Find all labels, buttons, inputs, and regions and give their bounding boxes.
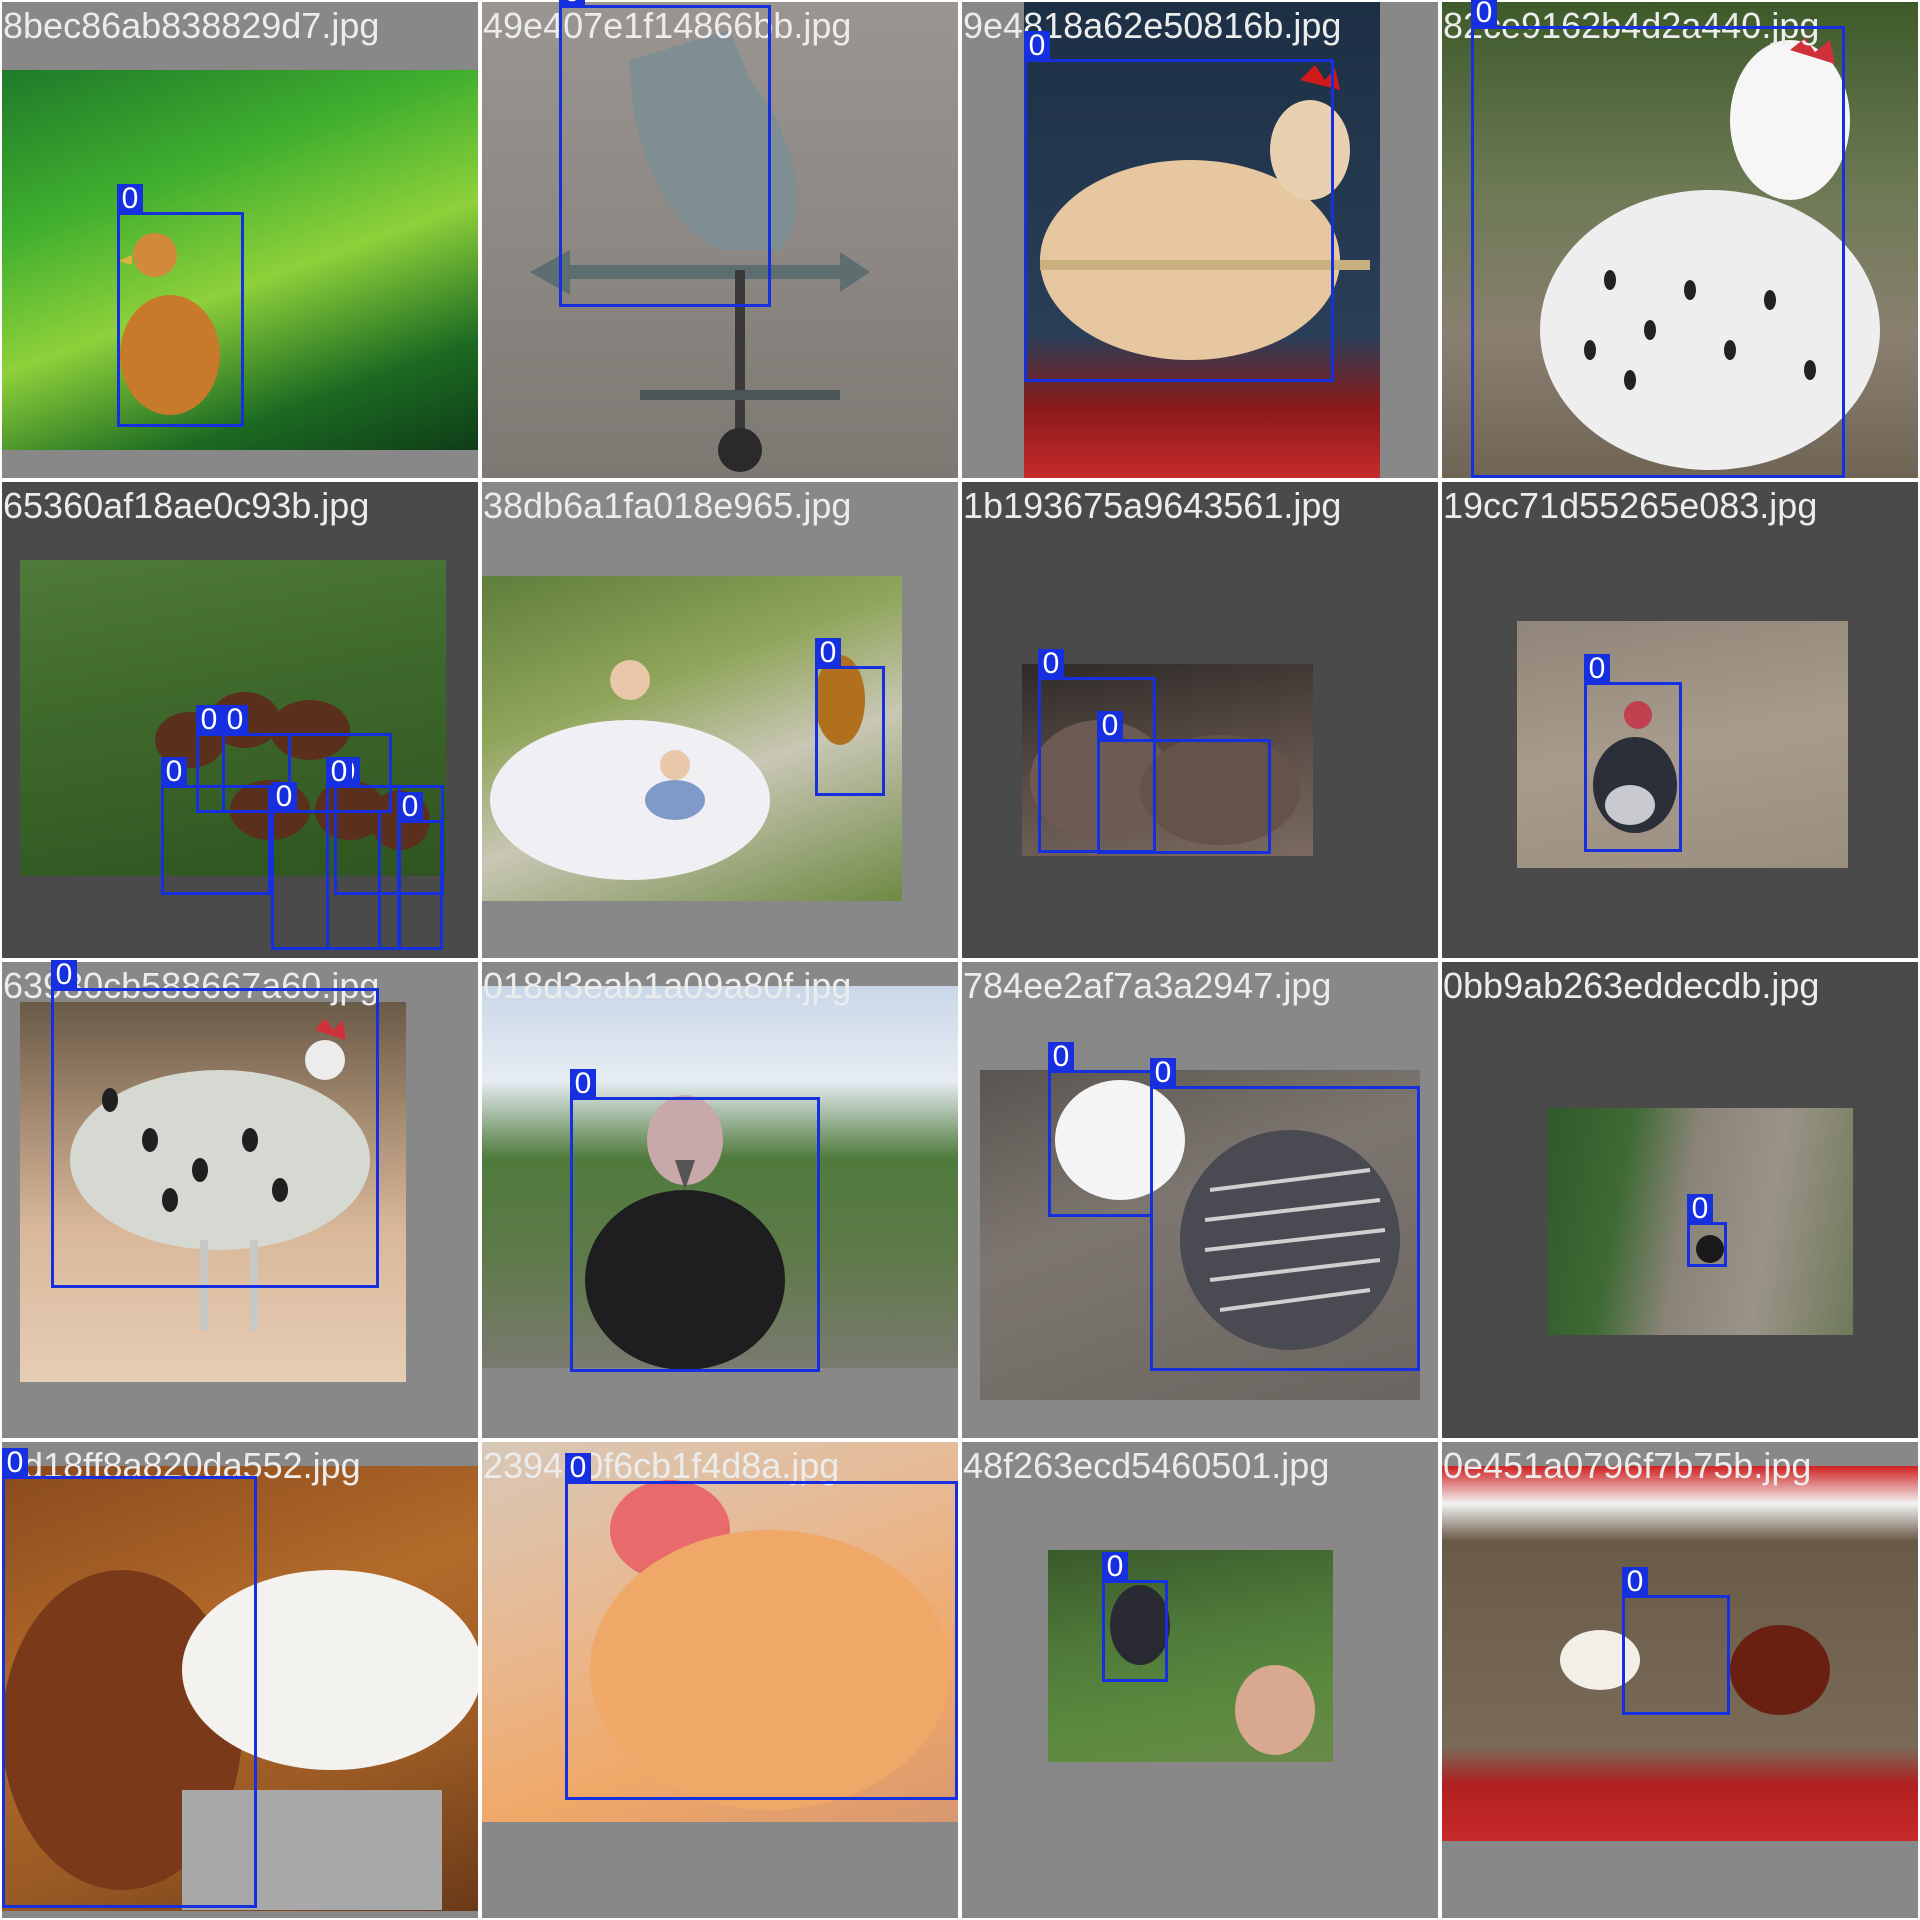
bbox-class-label: 0: [222, 705, 248, 735]
bbox-3-0[interactable]: 0: [1471, 0, 1845, 478]
bbox-class-label: 0: [570, 1069, 596, 1099]
bbox-15-0[interactable]: 0: [1622, 1567, 1730, 1715]
bbox-class-label: 0: [1584, 654, 1610, 684]
tile-filename: 0e451a0796f7b75b.jpg: [1443, 1445, 1812, 1486]
tile-filename: 38db6a1fa018e965.jpg: [483, 485, 852, 526]
tile-filename: 1b193675a9643561.jpg: [963, 485, 1342, 526]
tile-15[interactable]: 0e451a0796f7b75b.jpg 0: [1440, 1440, 1920, 1920]
photo-7: [1517, 621, 1848, 868]
bbox-class-label: 0: [271, 782, 297, 812]
bbox-class-label: 0: [1687, 1194, 1713, 1224]
bbox-6-1[interactable]: 0: [1097, 711, 1271, 854]
bbox-4-6[interactable]: 0: [326, 757, 401, 950]
tile-filename: 8bec86ab838829d7.jpg: [3, 5, 380, 46]
tile-7[interactable]: 19cc71d55265e083.jpg 0: [1440, 480, 1920, 960]
bbox-class-label: 0: [326, 757, 352, 787]
bbox-class-label: 0: [559, 0, 585, 7]
bbox-class-label: 0: [815, 638, 841, 668]
tile-1[interactable]: 49e407e1f14866bb.jpg 0: [480, 0, 960, 480]
tile-8[interactable]: 63980cb588667a60.jpg 0: [0, 960, 480, 1440]
bbox-10-1[interactable]: 0: [1150, 1058, 1420, 1371]
detection-mosaic: 8bec86ab838829d7.jpg 0 49e407e1f14866bb.…: [0, 0, 1920, 1920]
bbox-class-label: 0: [196, 705, 222, 735]
tile-filename: 48f263ecd5460501.jpg: [963, 1445, 1330, 1486]
bbox-14-0[interactable]: 0: [1102, 1552, 1168, 1682]
bbox-10-0[interactable]: 0: [1048, 1042, 1153, 1217]
tile-filename: 784ee2af7a3a2947.jpg: [963, 965, 1332, 1006]
bbox-1-0[interactable]: 0: [559, 0, 771, 307]
tile-filename: 0bb9ab263eddecdb.jpg: [1443, 965, 1820, 1006]
tile-5[interactable]: 38db6a1fa018e965.jpg 0: [480, 480, 960, 960]
bbox-11-0[interactable]: 0: [1687, 1194, 1727, 1267]
tile-4[interactable]: 65360af18ae0c93b.jpg 0 0 0 0 0 0 0: [0, 480, 480, 960]
bbox-class-label: 0: [1102, 1552, 1128, 1582]
bbox-class-label: 0: [161, 757, 187, 787]
bbox-4-5[interactable]: 0: [397, 792, 443, 950]
tile-10[interactable]: 784ee2af7a3a2947.jpg 0 0: [960, 960, 1440, 1440]
tile-3[interactable]: 82ce9162b4d2a440.jpg 0: [1440, 0, 1920, 480]
tile-filename: 19cc71d55265e083.jpg: [1443, 485, 1818, 526]
bbox-9-0[interactable]: 0: [570, 1069, 820, 1372]
tile-filename: 239400f6cb1f4d8a.jpg: [483, 1445, 840, 1486]
bbox-class-label: 0: [1622, 1567, 1648, 1597]
bbox-12-0[interactable]: 0: [2, 1448, 257, 1908]
bbox-class-label: 0: [117, 184, 143, 214]
bbox-class-label: 0: [1471, 0, 1497, 28]
bbox-2-0[interactable]: 0: [1024, 31, 1334, 382]
bbox-class-label: 0: [1048, 1042, 1074, 1072]
tile-filename: 65360af18ae0c93b.jpg: [3, 485, 370, 526]
tile-filename: 9e4818a62e50816b.jpg: [963, 5, 1342, 46]
tile-filename: 018d3eab1a09a80f.jpg: [483, 965, 852, 1006]
bbox-7-0[interactable]: 0: [1584, 654, 1682, 852]
tile-11[interactable]: 0bb9ab263eddecdb.jpg 0: [1440, 960, 1920, 1440]
tile-2[interactable]: 9e4818a62e50816b.jpg 0: [960, 0, 1440, 480]
bbox-13-0[interactable]: 0: [565, 1453, 958, 1800]
tile-6[interactable]: 1b193675a9643561.jpg 0 0: [960, 480, 1440, 960]
tile-12[interactable]: 0d18ff8a820da552.jpg 0: [0, 1440, 480, 1920]
bbox-class-label: 0: [1097, 711, 1123, 741]
bbox-5-0[interactable]: 0: [815, 638, 885, 796]
bbox-0-0[interactable]: 0: [117, 184, 244, 427]
bbox-class-label: 0: [565, 1453, 591, 1483]
tile-0[interactable]: 8bec86ab838829d7.jpg 0: [0, 0, 480, 480]
bbox-class-label: 0: [1150, 1058, 1176, 1088]
tile-13[interactable]: 239400f6cb1f4d8a.jpg 0: [480, 1440, 960, 1920]
bbox-class-label: 0: [2, 1448, 28, 1478]
bbox-class-label: 0: [1038, 649, 1064, 679]
tile-14[interactable]: 48f263ecd5460501.jpg 0: [960, 1440, 1440, 1920]
bbox-class-label: 0: [1024, 31, 1050, 61]
tile-9[interactable]: 018d3eab1a09a80f.jpg 0: [480, 960, 960, 1440]
bbox-8-0[interactable]: 0: [51, 960, 379, 1288]
bbox-class-label: 0: [51, 960, 77, 990]
